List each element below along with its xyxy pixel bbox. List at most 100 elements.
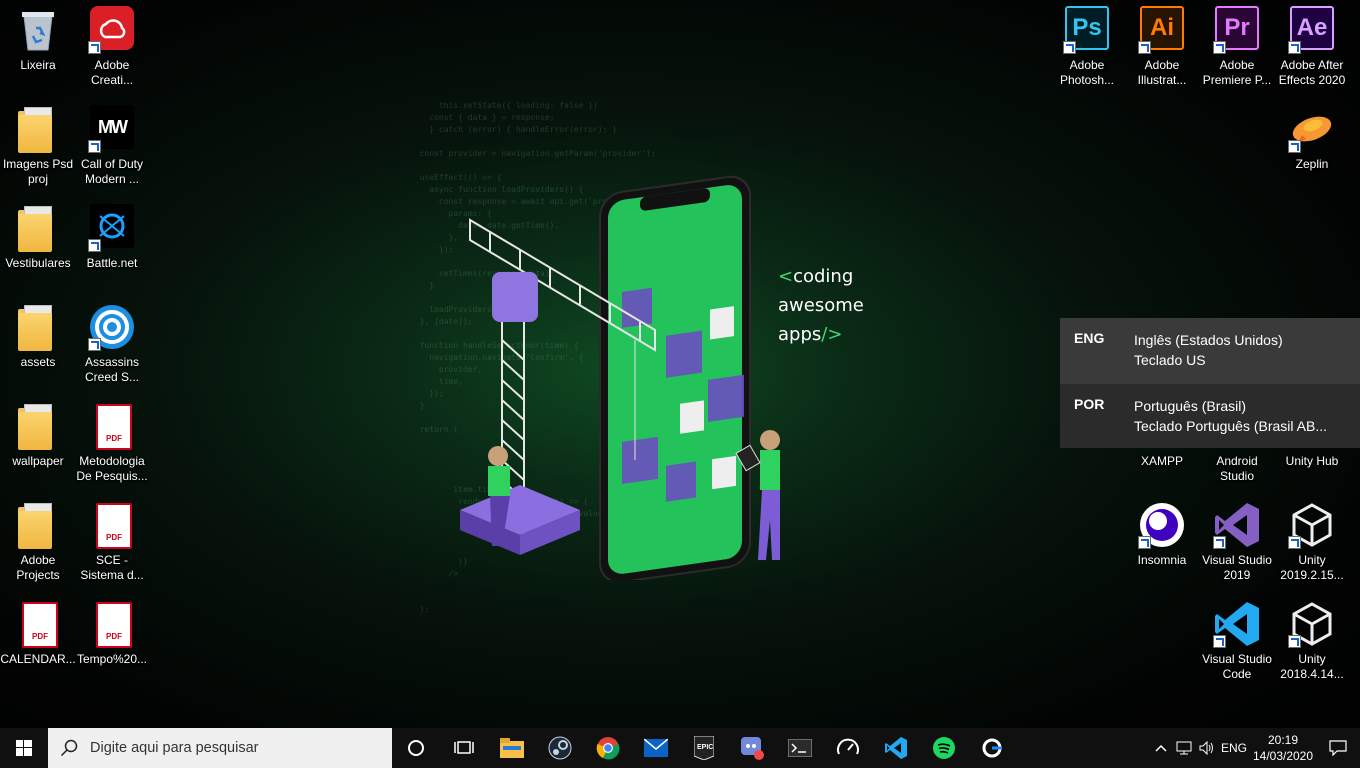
folder-icon [14, 204, 62, 252]
wallpaper-headline: <coding awesome apps/> [778, 262, 864, 349]
system-tray: ENG 20:19 14/03/2020 [1150, 728, 1360, 768]
desktop-icon-calendar[interactable]: PDF CALENDAR... [0, 594, 76, 667]
shortcut-arrow-icon [88, 41, 101, 54]
desktop-icon-label: Assassins Creed S... [84, 355, 140, 384]
desktop-icon-label: Adobe Projects [16, 553, 60, 582]
input-language-button[interactable]: ENG [1218, 728, 1250, 768]
desktop-icon-tempo[interactable]: PDF Tempo%20... [74, 594, 150, 667]
taskbar-file-explorer[interactable] [488, 728, 536, 768]
desktop-icon-label: XAMPP [1140, 454, 1183, 468]
wallpaper-illustration [460, 175, 780, 580]
desktop-icon-unity-2019[interactable]: Unity 2019.2.15... [1274, 495, 1350, 583]
desktop-icon-label: SCE - Sistema d... [80, 553, 144, 582]
desktop-icon-wallpaper[interactable]: wallpaper [0, 396, 76, 469]
taskbar-terminal[interactable] [776, 728, 824, 768]
language-option-por[interactable]: POR Português (Brasil) Teclado Português… [1060, 384, 1360, 444]
taskbar-speedtest[interactable] [824, 728, 872, 768]
clock-date: 14/03/2020 [1252, 749, 1314, 763]
desktop-icon-photoshop[interactable]: Ps Adobe Photosh... [1049, 0, 1125, 88]
clock-button[interactable]: 20:19 14/03/2020 [1250, 728, 1316, 768]
desktop-icon-visual-studio[interactable]: Visual Studio 2019 [1199, 495, 1275, 583]
desktop-icon-metodologia[interactable]: PDF Metodologia De Pesquis... [74, 396, 150, 484]
desktop-icon-label: CALENDAR... [0, 652, 76, 666]
desktop-icon-label: Unity Hub [1285, 454, 1339, 468]
desktop-icon-label: Insomnia [1137, 553, 1187, 567]
visual-studio-icon [1213, 501, 1261, 549]
desktop-icon-premiere[interactable]: Pr Adobe Premiere P... [1199, 0, 1275, 88]
language-code: POR [1074, 396, 1105, 412]
folder-icon [14, 402, 62, 450]
pdf-icon: PDF [88, 501, 136, 549]
shortcut-arrow-icon [1288, 41, 1301, 54]
desktop-icon-unity-2018[interactable]: Unity 2018.4.14... [1274, 594, 1350, 682]
keyboard-layout: Teclado US [1134, 352, 1206, 368]
bracket-close: /> [821, 324, 843, 345]
desktop-icon-label: Visual Studio 2019 [1202, 553, 1272, 582]
epic-games-icon: EPIC [694, 736, 714, 760]
taskbar-app[interactable] [968, 728, 1016, 768]
desktop-icon-label: Adobe Premiere P... [1202, 58, 1272, 87]
discord-icon [741, 737, 764, 760]
desktop-icon-label: Adobe Photosh... [1059, 58, 1115, 87]
shortcut-arrow-icon [1138, 41, 1151, 54]
network-button[interactable] [1172, 728, 1196, 768]
volume-button[interactable] [1196, 728, 1218, 768]
desktop-icon-assets[interactable]: assets [0, 297, 76, 370]
taskbar-chrome[interactable] [584, 728, 632, 768]
taskbar-spotify[interactable] [920, 728, 968, 768]
desktop-icon-battlenet[interactable]: Battle.net [74, 198, 150, 271]
taskbar-vscode[interactable] [872, 728, 920, 768]
desktop[interactable]: this.setState({ loading: false }) const … [0, 0, 1360, 728]
network-icon [1176, 741, 1192, 755]
shortcut-arrow-icon [88, 338, 101, 351]
desktop-icon-lixeira[interactable]: Lixeira [0, 0, 76, 73]
search-input[interactable] [88, 739, 382, 757]
desktop-icon-insomnia[interactable]: Insomnia [1124, 495, 1200, 568]
desktop-icon-illustrator[interactable]: Ai Adobe Illustrat... [1124, 0, 1200, 88]
language-name: Português (Brasil) [1134, 398, 1247, 414]
desktop-icon-imagens-psd[interactable]: Imagens Psd proj [0, 99, 76, 187]
desktop-icon-label: Unity 2018.4.14... [1280, 652, 1344, 681]
mail-icon [644, 739, 668, 757]
desktop-icon-label: Visual Studio Code [1202, 652, 1272, 681]
language-name: Inglês (Estados Unidos) [1134, 332, 1283, 348]
desktop-icon-label: Vestibulares [5, 256, 71, 270]
unity-icon [1288, 600, 1336, 648]
taskbar-discord[interactable] [728, 728, 776, 768]
show-hidden-icons-button[interactable] [1150, 728, 1172, 768]
start-button[interactable] [0, 728, 48, 768]
desktop-icon-after-effects[interactable]: Ae Adobe After Effects 2020 [1274, 0, 1350, 88]
taskbar-mail[interactable] [632, 728, 680, 768]
svg-text:EPIC: EPIC [697, 744, 713, 751]
desktop-icon-vscode[interactable]: Visual Studio Code [1199, 594, 1275, 682]
pdf-icon: PDF [14, 600, 62, 648]
language-option-eng[interactable]: ENG Inglês (Estados Unidos) Teclado US [1060, 318, 1360, 384]
chevron-up-icon [1155, 744, 1167, 752]
desktop-icon-assassins-creed[interactable]: Assassins Creed S... [74, 297, 150, 385]
desktop-icon-label: Unity 2019.2.15... [1280, 553, 1344, 582]
file-explorer-icon [500, 738, 524, 758]
search-box[interactable] [48, 728, 392, 768]
taskbar-steam[interactable] [536, 728, 584, 768]
unity-icon [1288, 501, 1336, 549]
clock-time: 20:19 [1267, 733, 1299, 747]
taskbar-epic-games[interactable]: EPIC [680, 728, 728, 768]
cortana-icon [408, 740, 424, 756]
windows-logo-icon [16, 740, 32, 756]
desktop-icon-zeplin[interactable]: Zeplin [1274, 99, 1350, 172]
keyboard-layout: Teclado Português (Brasil AB... [1134, 418, 1327, 434]
cortana-button[interactable] [392, 728, 440, 768]
desktop-icon-call-of-duty[interactable]: MW Call of Duty Modern ... [74, 99, 150, 187]
action-center-button[interactable] [1316, 728, 1360, 768]
desktop-icon-adobe-projects[interactable]: Adobe Projects [0, 495, 76, 583]
desktop-icon-vestibulares[interactable]: Vestibulares [0, 198, 76, 271]
desktop-icon-label: Adobe Creati... [90, 58, 133, 87]
desktop-icon-label: Adobe Illustrat... [1137, 58, 1187, 87]
zeplin-icon [1288, 105, 1336, 153]
search-icon [60, 739, 78, 757]
cod-mw-icon: MW [88, 105, 136, 153]
task-view-button[interactable] [440, 728, 488, 768]
shortcut-arrow-icon [1288, 635, 1301, 648]
desktop-icon-sce[interactable]: PDF SCE - Sistema d... [74, 495, 150, 583]
desktop-icon-adobe-cc[interactable]: Adobe Creati... [74, 0, 150, 88]
